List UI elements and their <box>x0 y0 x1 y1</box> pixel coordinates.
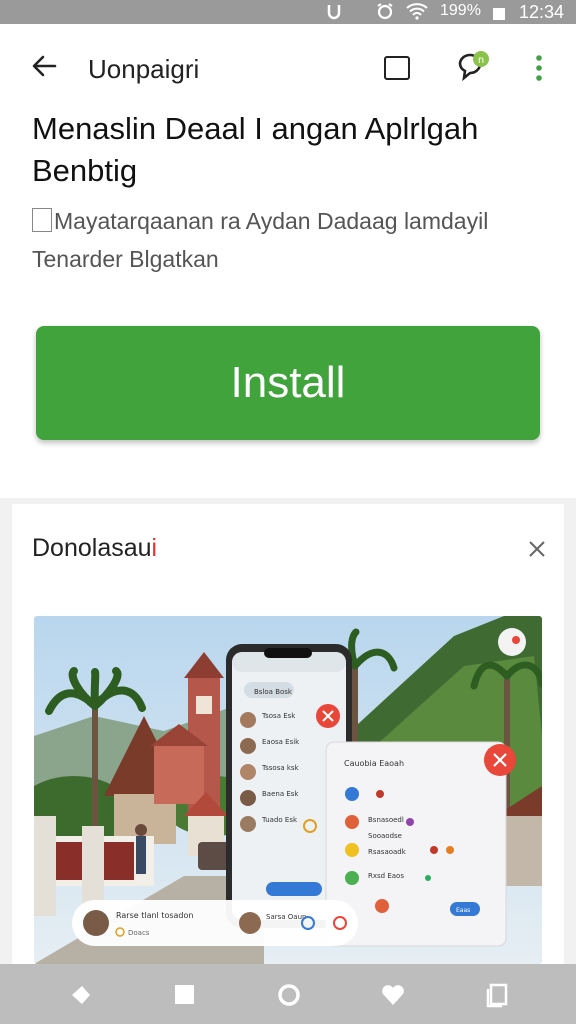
promo-card: Donolasaui Bsloa Bosk Tsosa Esk Eaosa Es… <box>12 504 564 964</box>
svg-text:n: n <box>478 55 484 66</box>
wifi-icon <box>406 2 428 25</box>
app-header-card: Uonpaigri n Menaslin Deaal I angan Aplrl… <box>0 24 576 498</box>
back-arrow-icon[interactable] <box>30 52 58 80</box>
panel-button: Eaas <box>456 907 470 914</box>
promo-card-title-mark: i <box>151 534 158 562</box>
more-options-icon[interactable] <box>532 54 546 82</box>
panel-title: Cauobia Eaoah <box>344 759 404 768</box>
battery-icon <box>492 6 506 26</box>
chat-notification-icon[interactable]: n <box>456 50 490 84</box>
phone-row: Tsosa Esk <box>261 712 296 720</box>
clock: 12:34 <box>518 2 564 22</box>
app-bar: Uonpaigri n <box>0 24 576 110</box>
subtitle-line-1: Mayatarqaanan ra Aydan Dadaag lamdayil <box>54 208 489 234</box>
bubble-sub: Doacs <box>128 929 150 937</box>
system-nav-bar <box>0 964 576 1024</box>
promo-card-title: Donolasaui <box>32 534 157 563</box>
panel-row: Bsnasoedl <box>368 816 404 824</box>
phone-tab-label: Bsloa Bosk <box>254 688 293 696</box>
subtitle-line-2: Tenarder Blgatkan <box>32 246 219 272</box>
app-bar-title: Uonpaigri <box>88 54 200 84</box>
phone-row: Tssosa ksk <box>261 764 300 772</box>
panel-row: Rxsd Eaos <box>368 872 404 880</box>
window-icon[interactable] <box>384 56 410 80</box>
phone-row: Eaosa Esik <box>262 738 300 746</box>
nav-home-icon[interactable] <box>276 982 302 1008</box>
phone-row: Baena Esk <box>262 790 299 798</box>
panel-row: Sooaodse <box>368 832 402 840</box>
promo-illustration: Bsloa Bosk Tsosa Esk Eaosa Esik Tssosa k… <box>34 616 542 964</box>
page-subtitle: Mayatarqaanan ra Aydan Dadaag lamdayil T… <box>32 202 552 278</box>
nav-square-icon[interactable] <box>172 982 198 1008</box>
checkbox-glyph <box>32 208 52 232</box>
notification-icon <box>326 2 342 25</box>
nav-recents-icon[interactable] <box>484 982 510 1008</box>
status-bar: 199% 12:34 <box>0 0 576 24</box>
promo-card-title-text: Donolasau <box>32 534 152 562</box>
install-button[interactable]: Install <box>36 326 540 440</box>
phone-row: Tuado Esk <box>261 816 298 824</box>
close-icon[interactable] <box>526 538 548 560</box>
nav-heart-icon[interactable] <box>380 982 406 1008</box>
alarm-icon <box>376 2 394 25</box>
battery-percent: 199% <box>440 2 481 19</box>
nav-back-icon[interactable] <box>68 982 94 1008</box>
promo-image[interactable]: Bsloa Bosk Tsosa Esk Eaosa Esik Tssosa k… <box>34 616 542 964</box>
bubble-title: Rarse tlanl tosadon <box>116 911 193 920</box>
panel-row: Rsasaoadk <box>368 848 407 856</box>
page-headline: Menaslin Deaal I angan Aplrlgah Benbtig <box>32 111 479 188</box>
bubble-right: Sarsa Oaun <box>266 913 306 921</box>
